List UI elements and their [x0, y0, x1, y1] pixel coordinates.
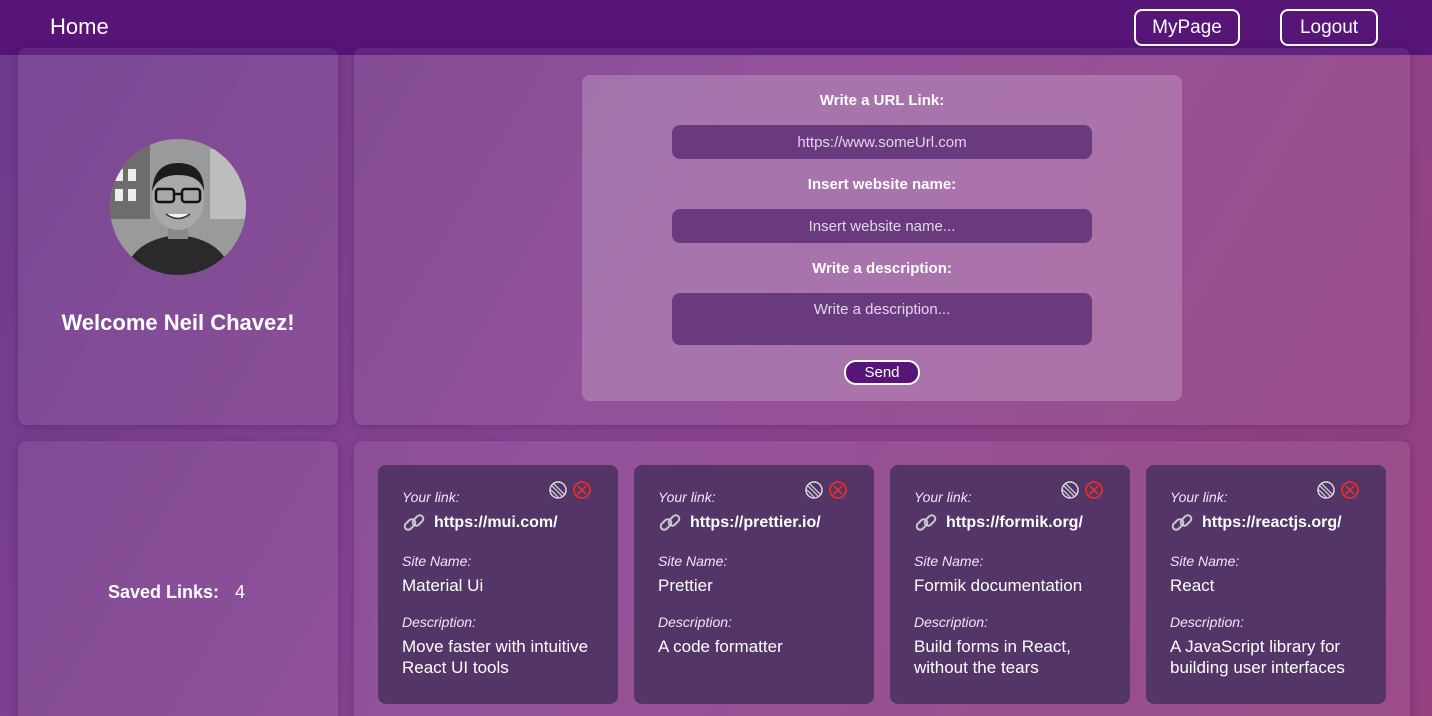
url-label: Write a URL Link:	[819, 92, 945, 109]
delete-icon[interactable]	[1340, 480, 1360, 500]
card-actions	[1316, 480, 1360, 500]
card-url-link[interactable]: https://mui.com/	[434, 514, 558, 532]
saved-links-panel: Saved Links: 4	[18, 441, 338, 716]
link-card: Your link: https://mui.com/ Site Name: M…	[378, 465, 618, 704]
site-name-label: Site Name:	[658, 553, 728, 569]
card-actions	[804, 480, 848, 500]
site-name-label: Site Name:	[914, 553, 984, 569]
link-icon	[403, 514, 425, 531]
saved-links-label: Saved Links:	[108, 582, 220, 602]
navbar: Home MyPage Logout	[0, 0, 1432, 55]
description-value: A JavaScript library for building user i…	[1170, 637, 1345, 677]
description-input[interactable]	[672, 293, 1092, 345]
link-form-panel: Write a URL Link: Insert website name: W…	[354, 48, 1410, 425]
saved-links-count: Saved Links: 4	[108, 582, 245, 603]
site-name-label: Site Name:	[1170, 553, 1240, 569]
website-name-label: Insert website name:	[807, 176, 957, 193]
link-card: Your link: https://formik.org/ Site Name…	[890, 465, 1130, 704]
edit-icon[interactable]	[1316, 480, 1336, 500]
card-url-link[interactable]: https://formik.org/	[946, 514, 1083, 532]
site-name-value: Prettier	[658, 576, 713, 595]
card-url-link[interactable]: https://reactjs.org/	[1202, 514, 1342, 532]
links-list-panel: Your link: https://mui.com/ Site Name: M…	[354, 441, 1410, 716]
saved-links-value: 4	[235, 582, 246, 602]
welcome-heading: Welcome Neil Chavez!	[61, 310, 295, 335]
url-input[interactable]	[672, 125, 1092, 159]
edit-icon[interactable]	[804, 480, 824, 500]
link-icon	[659, 514, 681, 531]
card-actions	[548, 480, 592, 500]
link-card: Your link: https://prettier.io/ Site Nam…	[634, 465, 874, 704]
description-label: Description:	[1170, 614, 1244, 630]
site-name-label: Site Name:	[402, 553, 472, 569]
description-value: Move faster with intuitive React UI tool…	[402, 637, 589, 677]
link-icon	[1171, 514, 1193, 531]
send-button[interactable]: Send	[844, 360, 920, 385]
site-name-value: Formik documentation	[914, 576, 1083, 595]
link-card: Your link: https://reactjs.org/ Site Nam…	[1146, 465, 1386, 704]
description-value: A code formatter	[658, 637, 783, 656]
edit-icon[interactable]	[548, 480, 568, 500]
edit-icon[interactable]	[1060, 480, 1080, 500]
link-form: Write a URL Link: Insert website name: W…	[582, 75, 1182, 401]
description-label: Description:	[402, 614, 476, 630]
delete-icon[interactable]	[1084, 480, 1104, 500]
avatar	[110, 139, 246, 275]
card-actions	[1060, 480, 1104, 500]
profile-panel: Welcome Neil Chavez!	[18, 48, 338, 425]
avatar-image	[110, 139, 246, 275]
nav-home-link[interactable]: Home	[50, 14, 109, 40]
link-icon	[915, 514, 937, 531]
mypage-button[interactable]: MyPage	[1134, 9, 1240, 46]
website-name-input[interactable]	[672, 209, 1092, 243]
card-url-link[interactable]: https://prettier.io/	[690, 514, 821, 532]
site-name-value: Material Ui	[402, 576, 484, 595]
description-label: Description:	[658, 614, 732, 630]
description-label: Description:	[914, 614, 988, 630]
logout-button[interactable]: Logout	[1280, 9, 1378, 46]
delete-icon[interactable]	[572, 480, 592, 500]
site-name-value: React	[1170, 576, 1215, 595]
description-label: Write a description:	[812, 260, 952, 277]
description-value: Build forms in React, without the tears	[914, 637, 1071, 677]
delete-icon[interactable]	[828, 480, 848, 500]
